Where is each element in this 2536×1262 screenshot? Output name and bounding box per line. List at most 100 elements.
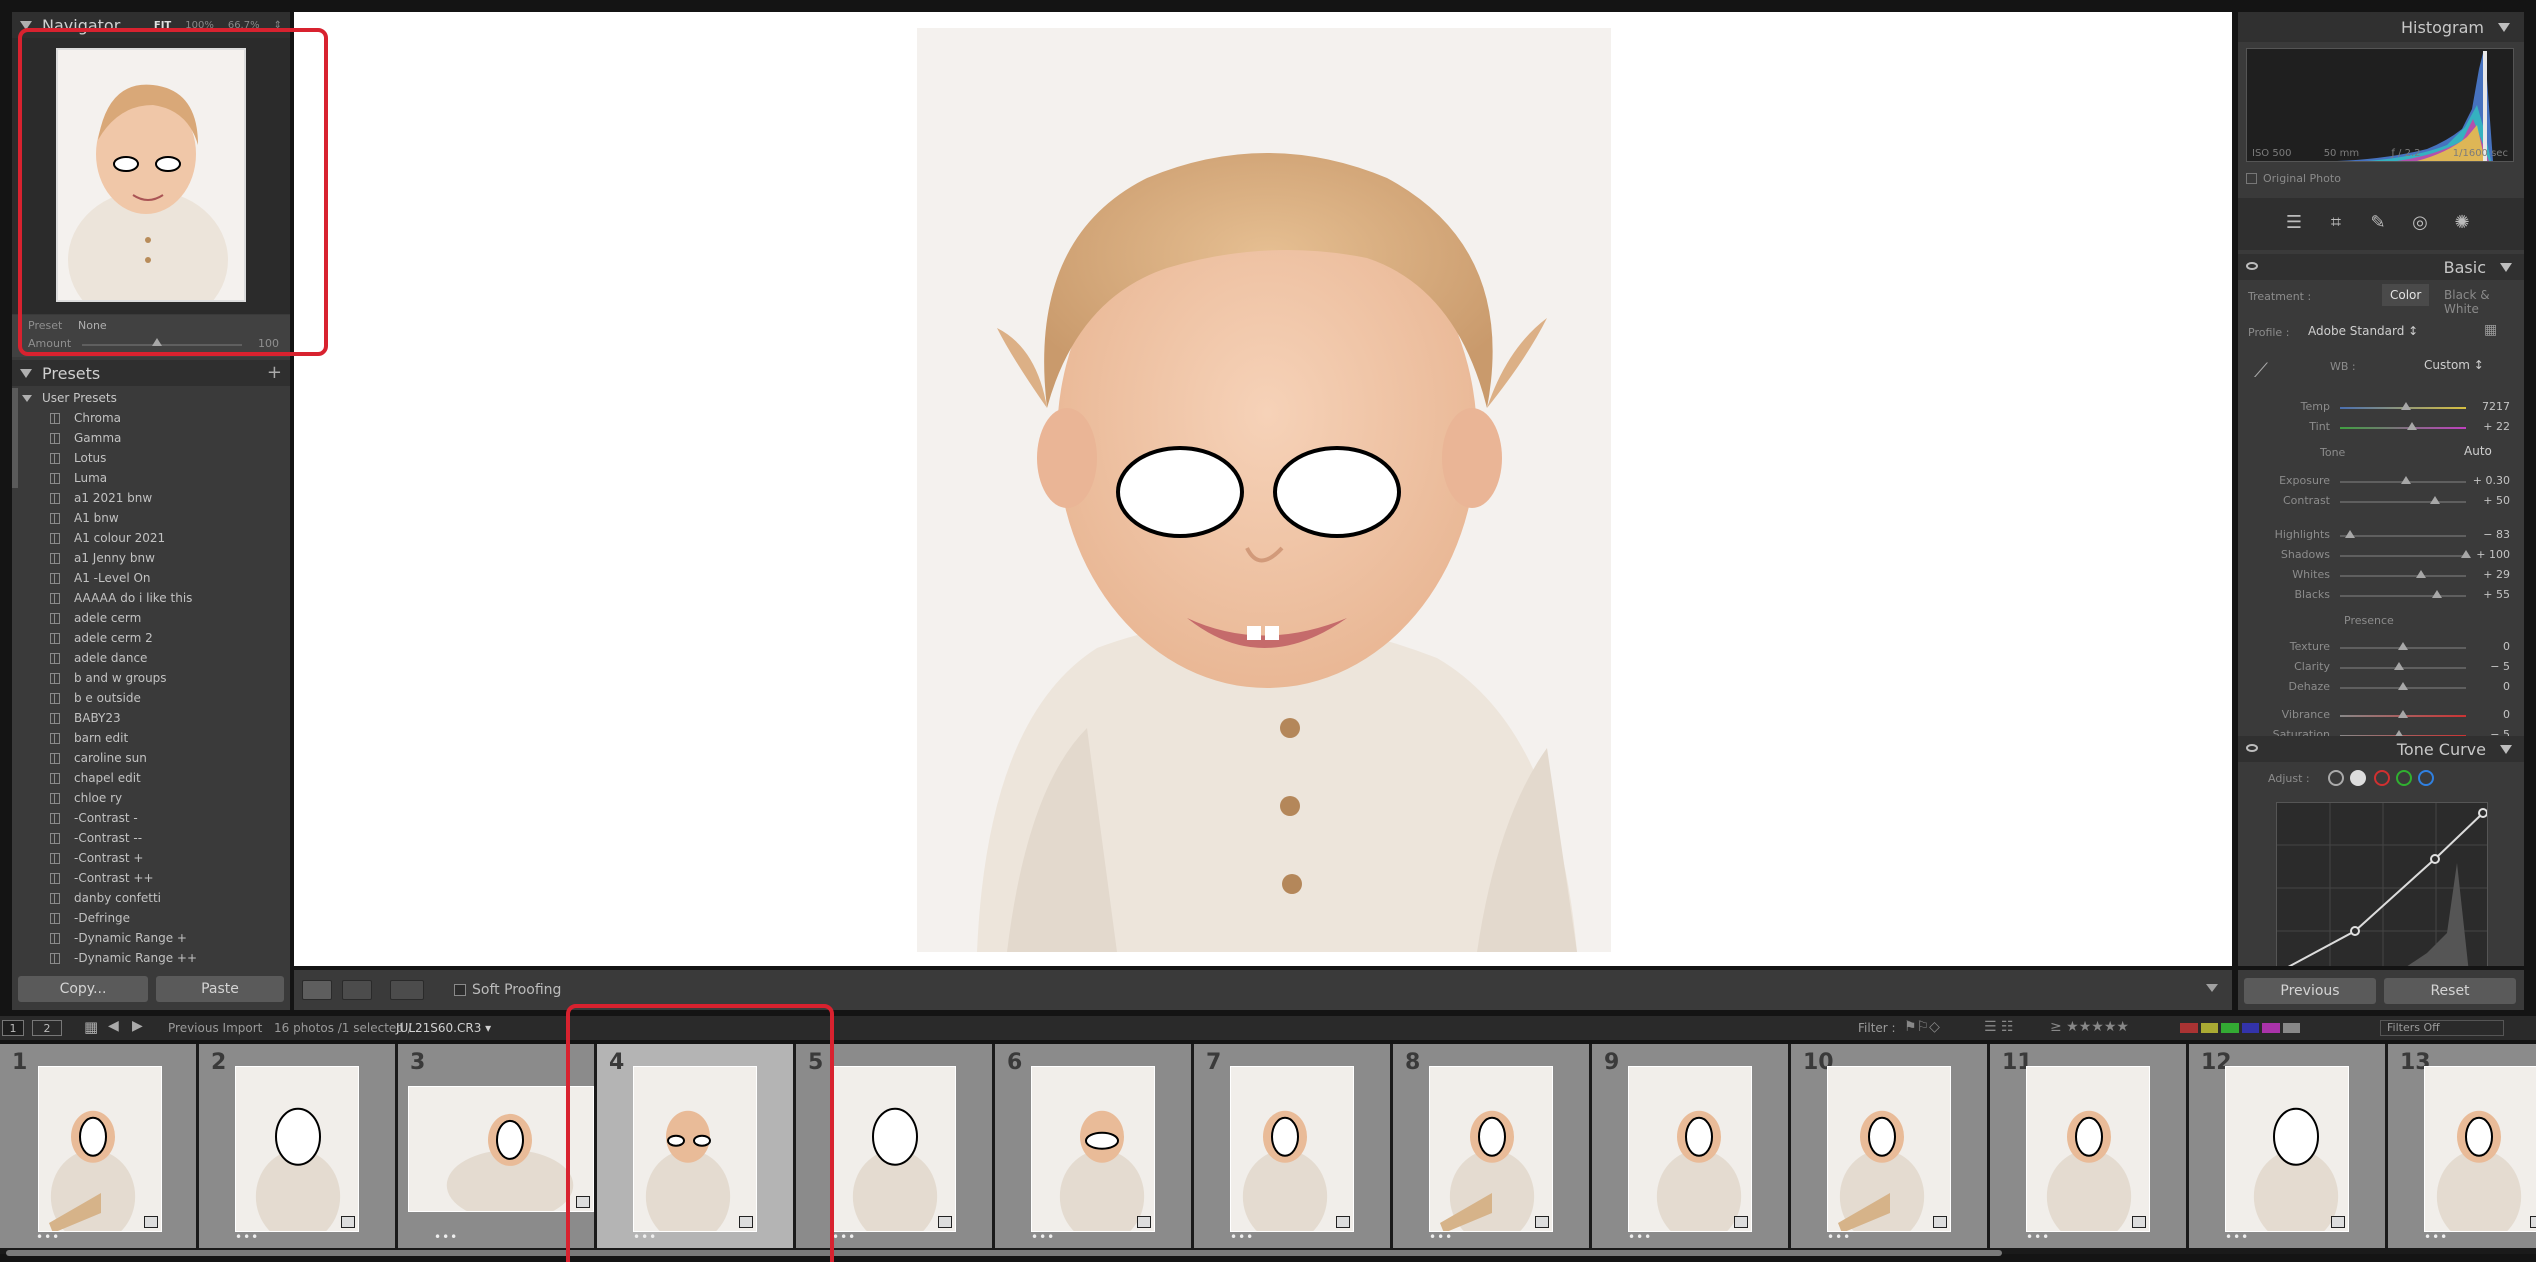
slider-value[interactable]: 0	[2470, 640, 2510, 653]
preset-item[interactable]: barn edit	[12, 728, 290, 748]
forward-arrow-icon[interactable]: ▶	[132, 1018, 143, 1034]
filmstrip-cell[interactable]: 6 •••	[995, 1044, 1191, 1248]
slider-thumb[interactable]	[2432, 590, 2443, 598]
eye-icon[interactable]	[2246, 744, 2258, 752]
preset-item[interactable]: chapel edit	[12, 768, 290, 788]
slider-value[interactable]: + 22	[2470, 420, 2510, 433]
filmstrip-thumbnail[interactable]	[1827, 1066, 1951, 1232]
toolbar-menu-chevron-down-icon[interactable]	[2206, 984, 2218, 992]
slider-value[interactable]: − 83	[2470, 528, 2510, 541]
slider-value[interactable]: + 50	[2470, 494, 2510, 507]
preset-group-user-presets[interactable]: User Presets	[12, 388, 290, 408]
filmstrip-scrollbar[interactable]	[6, 1250, 2002, 1256]
preset-item[interactable]: BABY23	[12, 708, 290, 728]
filmstrip-thumbnail[interactable]	[1628, 1066, 1752, 1232]
preset-item[interactable]: Chroma	[12, 408, 290, 428]
filmstrip-cell[interactable]: 1 •••	[0, 1044, 196, 1248]
original-photo-toggle[interactable]: Original Photo	[2246, 172, 2341, 185]
purple-label-swatch[interactable]	[2262, 1023, 2280, 1033]
blue-label-swatch[interactable]	[2241, 1023, 2259, 1033]
paste-button[interactable]: Paste	[156, 976, 284, 1002]
slider-thumb[interactable]	[2398, 682, 2408, 690]
slider-value[interactable]: + 29	[2470, 568, 2510, 581]
preset-item[interactable]: danby confetti	[12, 888, 290, 908]
treatment-color-button[interactable]: Color	[2382, 284, 2430, 306]
preset-item[interactable]: -Contrast --	[12, 828, 290, 848]
filmstrip-cell[interactable]: 10 •••	[1791, 1044, 1987, 1248]
red-eye-icon[interactable]: ◎	[2408, 212, 2432, 234]
slider-value[interactable]: + 100	[2470, 548, 2510, 561]
preset-item[interactable]: Lotus	[12, 448, 290, 468]
tone-curve-header[interactable]: Tone Curve	[2238, 736, 2524, 762]
eye-icon[interactable]	[2246, 262, 2258, 270]
filmstrip-thumbnail[interactable]	[2424, 1066, 2536, 1232]
collapse-triangle-icon[interactable]	[2498, 22, 2510, 32]
parametric-curve-icon[interactable]	[2328, 770, 2344, 786]
filmstrip-cell[interactable]: 2 •••	[199, 1044, 395, 1248]
filmstrip-cell[interactable]: 9 •••	[1592, 1044, 1788, 1248]
green-curve-icon[interactable]	[2396, 770, 2412, 786]
filmstrip-thumbnail[interactable]	[235, 1066, 359, 1232]
preset-item[interactable]: a1 2021 bnw	[12, 488, 290, 508]
slider-track[interactable]	[2340, 575, 2466, 577]
preset-item[interactable]: -Contrast ++	[12, 868, 290, 888]
slider-value[interactable]: 0	[2470, 708, 2510, 721]
reset-button[interactable]: Reset	[2384, 978, 2516, 1004]
plus-icon[interactable]: +	[267, 362, 282, 383]
loupe-view-button[interactable]	[302, 980, 332, 1000]
basic-header[interactable]: Basic	[2238, 254, 2524, 280]
preset-item[interactable]: A1 bnw	[12, 508, 290, 528]
preset-item[interactable]: A1 colour 2021	[12, 528, 290, 548]
filmstrip-cell[interactable]: 3 •••	[398, 1044, 594, 1248]
window-2-button[interactable]: 2	[32, 1020, 62, 1036]
preset-item[interactable]: b and w groups	[12, 668, 290, 688]
eyedropper-icon[interactable]: ⟋	[2254, 358, 2268, 382]
photo-canvas[interactable]	[294, 12, 2232, 966]
preset-item[interactable]: AAAAA do i like this	[12, 588, 290, 608]
flag-filter-icon[interactable]: ⚑⚐◇	[1904, 1019, 1940, 1035]
color-label-filter[interactable]	[2180, 1023, 2300, 1033]
before-after-button[interactable]	[342, 980, 372, 1000]
filmstrip-filename[interactable]: JUL21S60.CR3 ▾	[396, 1021, 491, 1035]
filmstrip-thumbnail[interactable]	[1230, 1066, 1354, 1232]
filmstrip-thumbnail[interactable]	[1031, 1066, 1155, 1232]
filmstrip-cell[interactable]: 8 •••	[1393, 1044, 1589, 1248]
healing-brush-icon[interactable]: ✎	[2366, 212, 2390, 234]
gray-label-swatch[interactable]	[2282, 1023, 2300, 1033]
expand-triangle-icon[interactable]	[22, 394, 32, 402]
collapse-triangle-icon[interactable]	[2500, 262, 2512, 272]
slider-track[interactable]	[2340, 555, 2466, 557]
preset-item[interactable]: Gamma	[12, 428, 290, 448]
filmstrip-thumbnail[interactable]	[38, 1066, 162, 1232]
filmstrip-thumbnail[interactable]	[2026, 1066, 2150, 1232]
yellow-label-swatch[interactable]	[2200, 1023, 2218, 1033]
presets-header[interactable]: Presets +	[12, 360, 290, 386]
slider-thumb[interactable]	[2394, 662, 2405, 670]
preset-item[interactable]: a1 Jenny bnw	[12, 548, 290, 568]
preset-item[interactable]: -Contrast -	[12, 808, 290, 828]
crop-icon[interactable]: ⌗	[2324, 212, 2348, 234]
slider-thumb[interactable]	[2398, 710, 2408, 718]
before-after-split-button[interactable]	[390, 980, 424, 1000]
slider-value[interactable]: 7217	[2470, 400, 2510, 413]
filmstrip-thumbnail[interactable]	[832, 1066, 956, 1232]
grid-view-icon[interactable]: ▦	[84, 1018, 98, 1036]
slider-thumb[interactable]	[2406, 422, 2417, 430]
filmstrip-thumbnail[interactable]	[2225, 1066, 2349, 1232]
slider-value[interactable]: + 0.30	[2470, 474, 2510, 487]
filmstrip-source[interactable]: Previous Import	[168, 1021, 262, 1035]
profile-dropdown[interactable]: Adobe Standard ↕	[2308, 324, 2418, 338]
edit-sliders-icon[interactable]: ☰	[2282, 212, 2306, 234]
red-curve-icon[interactable]	[2374, 770, 2390, 786]
edit-filter-icon[interactable]: ☰ ☷	[1984, 1019, 2014, 1035]
rgb-curve-icon[interactable]	[2350, 770, 2366, 786]
slider-thumb[interactable]	[2400, 476, 2411, 484]
slider-value[interactable]: + 55	[2470, 588, 2510, 601]
preset-item[interactable]: -Contrast +	[12, 848, 290, 868]
slider-track[interactable]	[2340, 595, 2466, 597]
histogram-header[interactable]: Histogram	[2238, 12, 2524, 42]
preset-item[interactable]: -Defringe	[12, 908, 290, 928]
slider-track[interactable]	[2340, 427, 2466, 429]
preset-item[interactable]: b e outside	[12, 688, 290, 708]
preset-item[interactable]: A1 -Level On	[12, 568, 290, 588]
